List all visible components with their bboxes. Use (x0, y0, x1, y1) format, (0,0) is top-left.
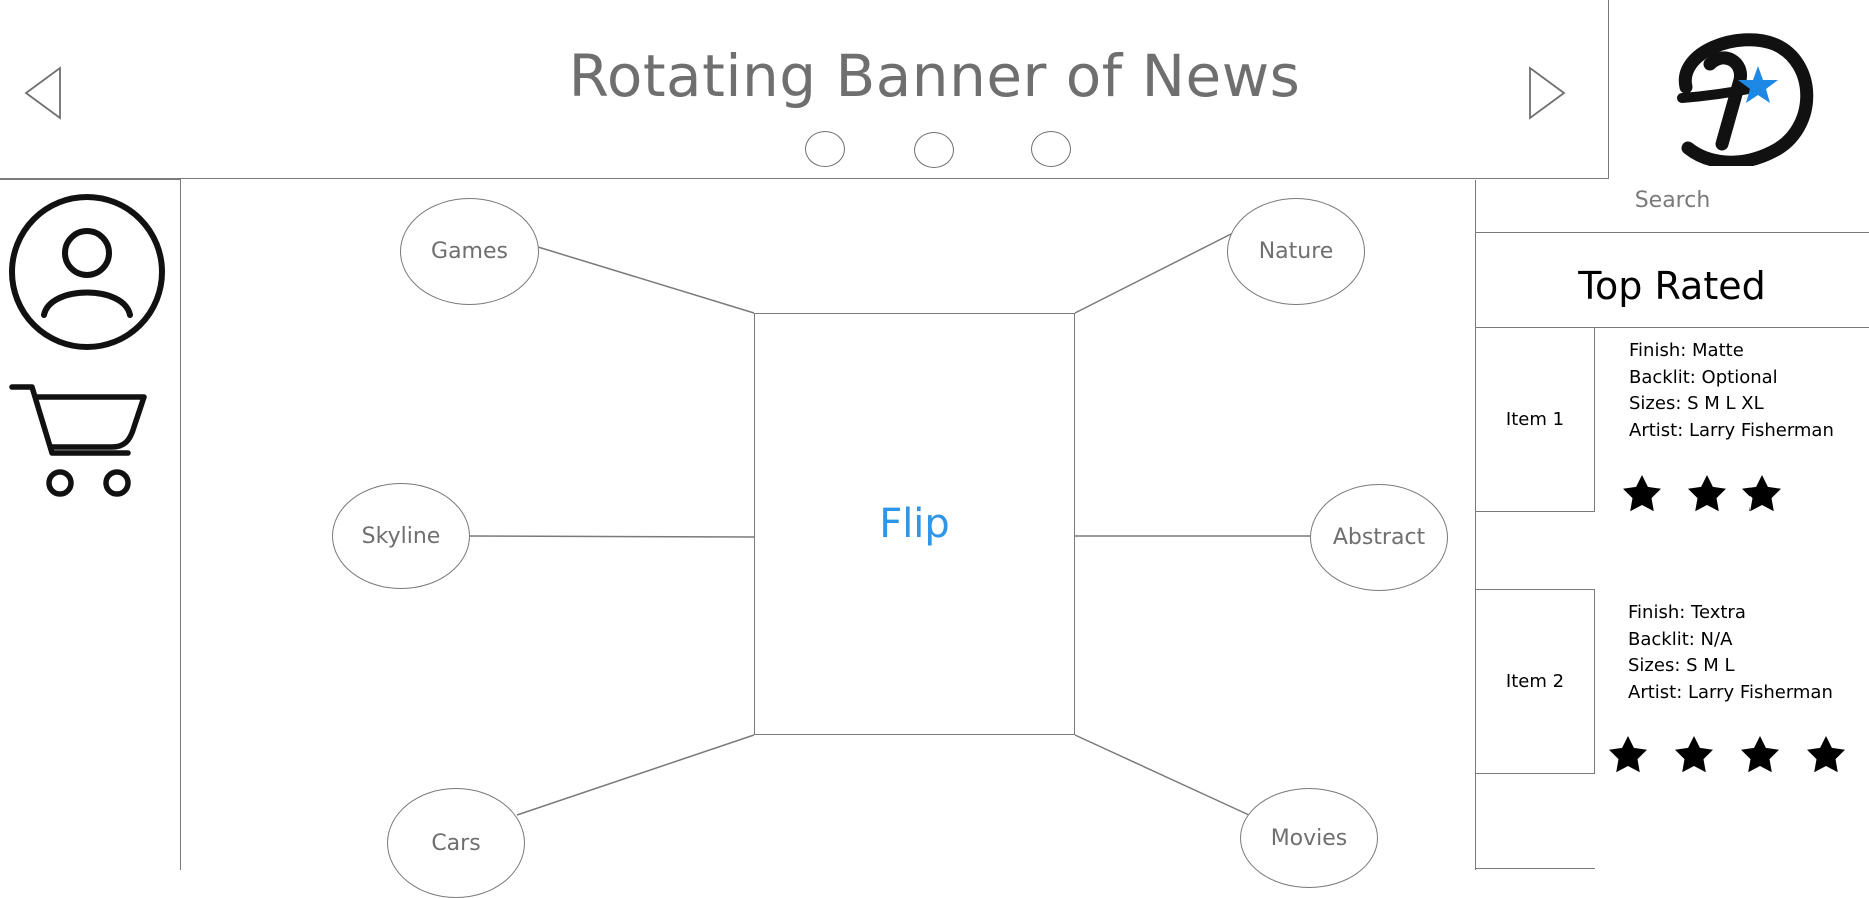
star-icon (1623, 475, 1661, 512)
search-input[interactable] (1475, 180, 1869, 233)
star-icon (1675, 736, 1713, 773)
item-1-rating (1620, 474, 1780, 516)
item-artist: Artist: Larry Fisherman (1628, 681, 1833, 703)
category-abstract[interactable]: Abstract (1310, 484, 1448, 591)
star-icon (1688, 475, 1726, 512)
star-icon (1743, 475, 1781, 512)
flip-label: Flip (879, 501, 950, 547)
top-rated-item-2[interactable]: Item 2 (1475, 589, 1595, 774)
item-2-rating (1606, 735, 1856, 777)
item-finish: Finish: Matte (1629, 340, 1744, 361)
item-label: Item 2 (1505, 671, 1565, 692)
top-rated-title: Top Rated (1578, 264, 1766, 308)
star-icon (1807, 736, 1845, 773)
category-movies[interactable]: Movies (1240, 788, 1378, 888)
star-icon (1741, 736, 1779, 773)
category-games[interactable]: Games (400, 198, 539, 305)
category-skyline[interactable]: Skyline (332, 483, 470, 589)
item-sizes: Sizes: S M L XL (1629, 393, 1764, 414)
item-1-rating-star-3 (1741, 474, 1783, 516)
item-backlit: Backlit: Optional (1629, 366, 1778, 388)
item-finish: Finish: Textra (1628, 602, 1746, 623)
flip-card[interactable]: Flip (754, 313, 1075, 735)
item-label: Item 1 (1505, 409, 1565, 430)
category-cars[interactable]: Cars (387, 788, 525, 898)
top-rated-item-1[interactable]: Item 1 (1475, 327, 1595, 512)
item-2-details: Finish: Textra Backlit: N/A Sizes: S M L… (1628, 600, 1833, 706)
star-icon (1609, 736, 1647, 773)
category-nature[interactable]: Nature (1227, 198, 1365, 305)
item-sizes: Sizes: S M L (1628, 655, 1735, 676)
top-rated-item-3-top (1475, 868, 1595, 869)
item-backlit: Backlit: N/A (1628, 628, 1733, 650)
item-artist: Artist: Larry Fisherman (1629, 419, 1834, 441)
item-1-details: Finish: Matte Backlit: Optional Sizes: S… (1629, 338, 1834, 444)
